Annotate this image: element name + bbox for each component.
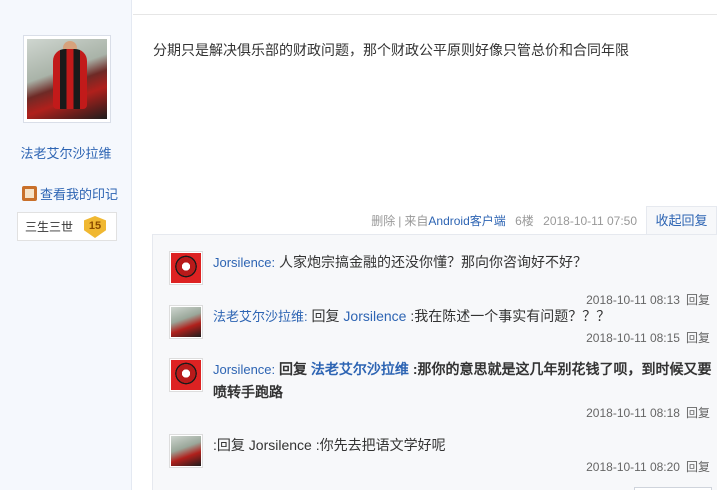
reply-meta: 2018-10-11 08:18 回复 xyxy=(586,404,710,421)
reply-avatar[interactable] xyxy=(169,358,203,392)
post-time: 2018-10-11 07:50 xyxy=(543,214,637,228)
reply-text: Jorsilence: 人家炮宗搞金融的还没你懂？那向你咨询好不好？ xyxy=(213,251,713,274)
author-name-link[interactable]: 法老艾尔沙拉维 xyxy=(0,143,132,162)
post-content: 分期只是解决俱乐部的财政问题，那个财政公平原则好像只管总价和合同年限 xyxy=(153,42,629,58)
reply-text: 法老艾尔沙拉维: 回复 Jorsilence :我在陈述一个事实有问题？？？ xyxy=(213,305,713,328)
reply-prefix: 回复 xyxy=(311,308,340,324)
reply-avatar[interactable] xyxy=(169,434,203,468)
reply-avatar[interactable] xyxy=(169,305,203,339)
reply-target-link[interactable]: 法老艾尔沙拉维 xyxy=(311,361,409,377)
reply-time: 2018-10-11 08:18 xyxy=(586,406,680,420)
reply-button[interactable]: 回复 xyxy=(686,331,710,345)
avatar-image xyxy=(171,307,201,337)
source-prefix: 来自 xyxy=(404,214,429,228)
reply-time: 2018-10-11 08:20 xyxy=(586,460,680,474)
reply-target-link[interactable]: Jorsilence xyxy=(249,437,312,453)
reply-time: 2018-10-11 08:15 xyxy=(586,331,680,345)
badge-name: 三生三世 xyxy=(25,220,74,234)
floor-number: 6楼 xyxy=(515,214,534,228)
my-mark-link[interactable]: 查看我的印记 xyxy=(22,184,118,203)
avatar-image xyxy=(171,436,201,466)
reply-prefix: 回复 xyxy=(279,361,308,377)
reply-target-link[interactable]: Jorsilence xyxy=(343,308,406,324)
reply-body: :你先去把语文学好呢 xyxy=(315,437,446,453)
reply-meta: 2018-10-11 08:15 回复 xyxy=(586,329,710,346)
reply-username[interactable]: 法老艾尔沙拉维: xyxy=(213,309,308,324)
reply-username[interactable]: Jorsilence: xyxy=(213,255,275,270)
reply-text: :回复 Jorsilence :你先去把语文学好呢 xyxy=(213,434,713,456)
author-avatar[interactable] xyxy=(23,35,111,123)
reply-username[interactable]: Jorsilence: xyxy=(213,362,275,377)
level-badge-icon: 15 xyxy=(84,216,106,238)
reply-avatar[interactable] xyxy=(169,251,203,285)
my-mark-label: 查看我的印记 xyxy=(40,187,119,202)
post-tail: 删除 | 来自Android客户端 6楼 2018-10-11 07:50 xyxy=(371,214,637,228)
divider xyxy=(133,14,717,15)
delete-link[interactable]: 删除 xyxy=(371,214,395,228)
reply-panel: Jorsilence: 人家炮宗搞金融的还没你懂？那向你咨询好不好？ 2018-… xyxy=(152,234,717,490)
book-icon xyxy=(22,186,37,201)
reply-text: Jorsilence: 回复 法老艾尔沙拉维 :那你的意思就是这几年别花钱了呗，… xyxy=(213,358,713,403)
fan-badge[interactable]: 三生三世 15 xyxy=(17,212,117,241)
collapse-replies-button[interactable]: 收起回复 xyxy=(646,206,717,235)
avatar-image xyxy=(171,360,201,390)
reply-prefix: :回复 xyxy=(213,437,245,453)
avatar-image xyxy=(171,253,201,283)
source-client-link[interactable]: Android客户端 xyxy=(428,214,505,228)
reply-meta: 2018-10-11 08:20 回复 xyxy=(586,458,710,475)
reply-body: :我在陈述一个事实有问题？？？ xyxy=(410,308,611,324)
avatar-image xyxy=(27,39,107,119)
author-sidebar: 法老艾尔沙拉维 查看我的印记 三生三世 15 xyxy=(0,0,132,490)
reply-body: 人家炮宗搞金融的还没你懂？那向你咨询好不好？ xyxy=(279,254,588,270)
reply-button[interactable]: 回复 xyxy=(686,460,710,474)
reply-button[interactable]: 回复 xyxy=(686,406,710,420)
